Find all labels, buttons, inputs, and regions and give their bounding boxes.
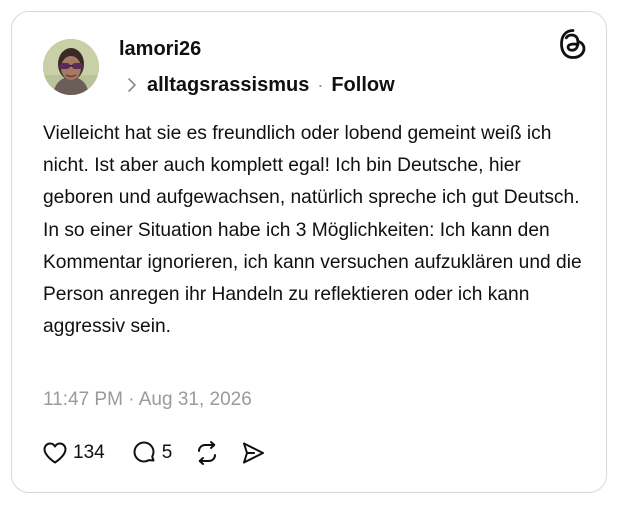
- follow-button[interactable]: Follow: [331, 74, 394, 97]
- like-button[interactable]: 134: [42, 441, 105, 465]
- share-button[interactable]: [240, 440, 266, 466]
- post-timestamp[interactable]: 11:47 PM · Aug 31, 2026: [43, 389, 252, 411]
- username[interactable]: lamori26: [119, 38, 201, 61]
- chevron-right-icon: [125, 77, 139, 93]
- reply-button[interactable]: 5: [131, 440, 173, 466]
- avatar-image: [43, 39, 99, 95]
- threads-logo-icon[interactable]: [559, 29, 587, 59]
- reply-count: 5: [161, 442, 173, 463]
- comment-icon: [131, 440, 157, 466]
- action-bar: 134 5: [42, 438, 266, 468]
- avatar[interactable]: [43, 39, 99, 95]
- separator-dot: ·: [317, 74, 324, 95]
- like-count: 134: [73, 442, 105, 463]
- send-icon: [240, 440, 266, 466]
- reply-to-username[interactable]: alltagsrassismus: [147, 74, 309, 97]
- repost-button[interactable]: [194, 440, 220, 466]
- repost-icon: [194, 440, 220, 466]
- reply-context: alltagsrassismus · Follow: [125, 72, 395, 98]
- post-text: Vielleicht hat sie es freundlich oder lo…: [43, 123, 582, 338]
- heart-icon: [42, 441, 68, 465]
- post-card: lamori26 alltagsrassismus · Follow Viell…: [11, 11, 607, 493]
